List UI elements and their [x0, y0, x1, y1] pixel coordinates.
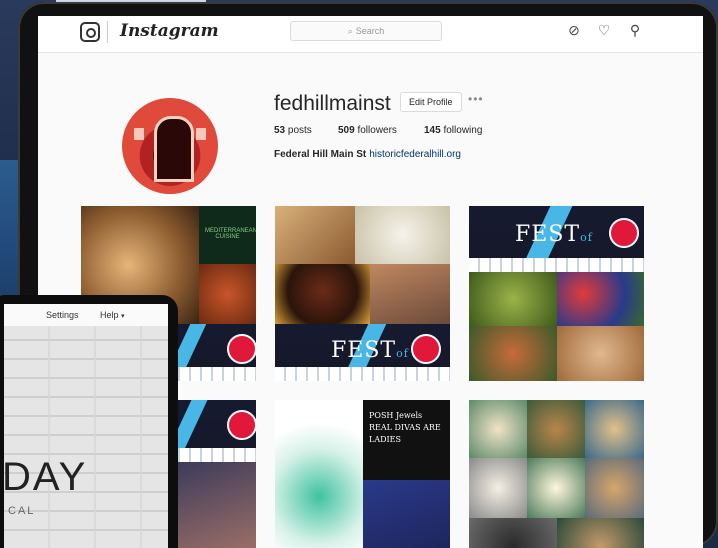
post-fest-strip: FESTof	[275, 324, 450, 381]
following-stat[interactable]: 145 following	[424, 125, 482, 136]
profile-avatar[interactable]	[122, 98, 218, 194]
heart-icon[interactable]: ♡	[596, 22, 612, 38]
fest-badge	[609, 218, 639, 248]
fest-badge	[411, 334, 441, 364]
chevron-down-icon: ▾	[121, 313, 125, 320]
compass-icon[interactable]: ⊘	[566, 22, 582, 38]
edit-profile-button[interactable]: Edit Profile	[400, 92, 462, 112]
followers-stat[interactable]: 509 followers	[338, 125, 397, 136]
post-photo	[585, 400, 644, 458]
post-photo	[275, 206, 355, 264]
laptop-menubar: Settings Help ▾	[4, 304, 168, 327]
post-photo	[199, 264, 256, 324]
post-photo	[363, 480, 450, 548]
instagram-header: Instagram ⌕ Search ⊘ ♡ ⚲	[38, 16, 703, 53]
followers-count: 509	[338, 125, 355, 136]
laptop-subline: CAL	[8, 505, 36, 517]
person-icon[interactable]: ⚲	[627, 22, 643, 38]
post-tile[interactable]: POSH Jewels REAL DIVAS ARE LADIES	[275, 400, 450, 548]
laptop-headline: DAY	[2, 455, 88, 499]
avatar-doorway	[154, 116, 194, 182]
post-photo	[469, 458, 527, 518]
fest-badge	[227, 334, 256, 364]
profile-bio: Federal Hill Main St historicfederalhill.…	[274, 149, 461, 160]
fest-of-text: of	[396, 347, 409, 360]
bio-name: Federal Hill Main St	[274, 149, 367, 160]
post-photo	[585, 458, 644, 518]
post-photo	[557, 272, 644, 326]
following-count: 145	[424, 125, 441, 136]
profile-username: fedhillmainst	[274, 92, 391, 115]
instagram-camera-icon[interactable]	[80, 22, 100, 42]
header-divider	[107, 21, 108, 43]
post-photo	[355, 206, 450, 264]
fest-skyline	[275, 367, 450, 381]
post-caption: POSH Jewels REAL DIVAS ARE LADIES	[369, 411, 441, 444]
post-photo	[370, 264, 450, 324]
post-tile[interactable]: FESTof	[275, 206, 450, 381]
post-photo	[557, 518, 644, 548]
post-tile[interactable]	[469, 400, 644, 548]
fest-badge	[227, 410, 256, 440]
posts-stat: 53 posts	[274, 125, 312, 136]
avatar-window	[196, 128, 206, 140]
post-photo	[527, 458, 585, 518]
post-tile[interactable]: FESTof	[469, 206, 644, 381]
posts-label: posts	[287, 125, 312, 136]
fest-skyline	[469, 258, 644, 272]
fest-title-text: FEST	[515, 222, 581, 247]
menu-settings[interactable]: Settings	[46, 310, 79, 320]
fest-title: FESTof	[331, 338, 409, 363]
post-photo	[527, 400, 585, 458]
search-placeholder: Search	[355, 26, 385, 36]
post-photo	[469, 326, 557, 381]
fest-title: FESTof	[515, 222, 593, 247]
post-text-cell: POSH Jewels REAL DIVAS ARE LADIES	[363, 400, 450, 480]
post-photo	[171, 462, 256, 548]
fest-title-text: FEST	[331, 338, 397, 363]
post-photo	[469, 518, 557, 548]
post-logo-cell: MEDITERRANEAN CUISINE	[199, 206, 256, 264]
search-icon: ⌕	[347, 26, 353, 36]
followers-label: followers	[357, 125, 397, 136]
post-photo	[469, 400, 527, 458]
post-photo	[275, 264, 370, 324]
post-caption: MEDITERRANEAN CUISINE	[205, 228, 256, 240]
bio-link[interactable]: historicfederalhill.org	[369, 149, 461, 160]
fest-of-text: of	[580, 231, 593, 244]
more-options-icon[interactable]: •••	[468, 92, 484, 106]
instagram-wordmark[interactable]: Instagram	[120, 21, 219, 41]
post-photo	[275, 400, 363, 548]
post-photo	[557, 326, 644, 381]
posts-count: 53	[274, 125, 286, 136]
following-label: following	[443, 125, 483, 136]
post-fest-header: FESTof	[469, 206, 644, 272]
avatar-window	[134, 128, 144, 140]
post-photo	[469, 272, 557, 326]
search-input[interactable]: ⌕ Search	[290, 21, 442, 41]
menu-help[interactable]: Help ▾	[100, 310, 125, 320]
menu-help-label: Help	[100, 310, 119, 320]
